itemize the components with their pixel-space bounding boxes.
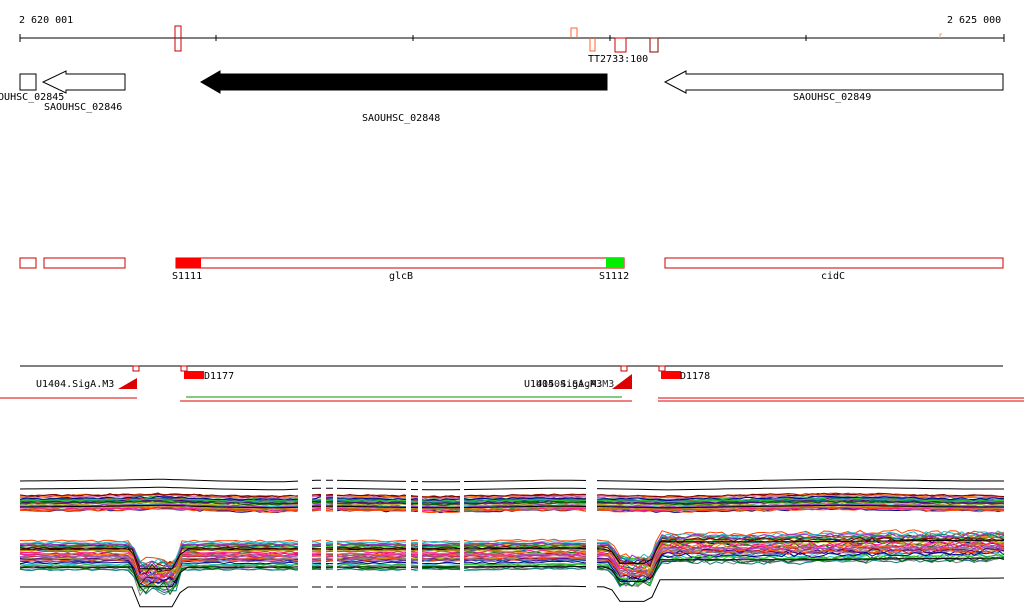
terminator-box[interactable]: [614, 37, 627, 53]
expression-gap: [321, 470, 326, 600]
expression-track-lower: [19, 529, 1005, 608]
expression-gap: [298, 470, 312, 600]
regulation-label: U1404.SigA.M3: [536, 379, 614, 390]
promoter-box[interactable]: [620, 365, 628, 372]
promoter-triangle[interactable]: [118, 378, 137, 389]
gene-track: SAOUHSC_02845 SAOUHSC_02846 SAOUHSC_0284…: [0, 70, 1004, 124]
expression-gap: [586, 470, 597, 600]
promoter-box[interactable]: [658, 365, 666, 372]
gene-label: SAOUHSC_02846: [44, 102, 122, 113]
promoter-box[interactable]: [132, 365, 140, 372]
terminator-box[interactable]: [570, 27, 578, 38]
expression-reference-line: [19, 486, 1004, 491]
feature-S1111-marker[interactable]: [176, 258, 201, 268]
genome-browser: 2 620 001 2 625 000 TT2733:100 SAOUHSC_0…: [0, 15, 1024, 608]
expression-gap: [460, 470, 464, 600]
feature-glcB[interactable]: [175, 257, 625, 269]
coordinate-ruler: 2 620 001 2 625 000 TT2733:100: [19, 15, 1005, 65]
regulation-label: D1177: [204, 371, 234, 382]
operator-D1178[interactable]: [661, 371, 681, 379]
feature-S1112-marker[interactable]: [606, 258, 624, 268]
gene-SAOUHSC_02845[interactable]: [19, 73, 37, 91]
regulation-label: U1404.SigA.M3: [36, 379, 114, 390]
gene-label: SAOUHSC_02848: [362, 113, 440, 124]
operator-D1177[interactable]: [184, 371, 204, 379]
gene-SAOUHSC_02846[interactable]: [41, 70, 126, 94]
ruler-start-label: 2 620 001: [19, 15, 73, 26]
feature-track: S1111 glcB S1112 cidC: [19, 257, 1004, 282]
expression-gap: [406, 470, 411, 600]
promoter-triangle[interactable]: [612, 374, 632, 389]
feature-box[interactable]: [43, 257, 126, 269]
regulation-track: U1404.SigA.M3 D1177 U1405.SigA.M3 U1404.…: [0, 365, 1024, 402]
expression-reference-line: [19, 478, 1004, 483]
feature-label: cidC: [821, 271, 845, 282]
terminator-box[interactable]: [589, 38, 596, 52]
terminator-box[interactable]: [939, 33, 942, 38]
feature-cidC[interactable]: [664, 257, 1004, 269]
gene-label: SAOUHSC_02849: [793, 92, 871, 103]
promoter-box[interactable]: [180, 365, 188, 372]
expression-gap: [333, 470, 337, 600]
regulation-label: D1178: [680, 371, 710, 382]
feature-label: glcB: [389, 271, 413, 282]
gene-SAOUHSC_02849[interactable]: [663, 70, 1004, 94]
ruler-end-label: 2 625 000: [947, 15, 1001, 26]
expression-track-upper: [19, 478, 1005, 514]
feature-label: S1112: [599, 271, 629, 282]
expression-gap: [418, 470, 422, 600]
terminator-label: TT2733:100: [588, 54, 648, 65]
feature-label: S1111: [172, 271, 202, 282]
feature-box[interactable]: [19, 257, 37, 269]
terminator-box[interactable]: [649, 37, 659, 53]
gene-SAOUHSC_02848[interactable]: [200, 70, 608, 94]
